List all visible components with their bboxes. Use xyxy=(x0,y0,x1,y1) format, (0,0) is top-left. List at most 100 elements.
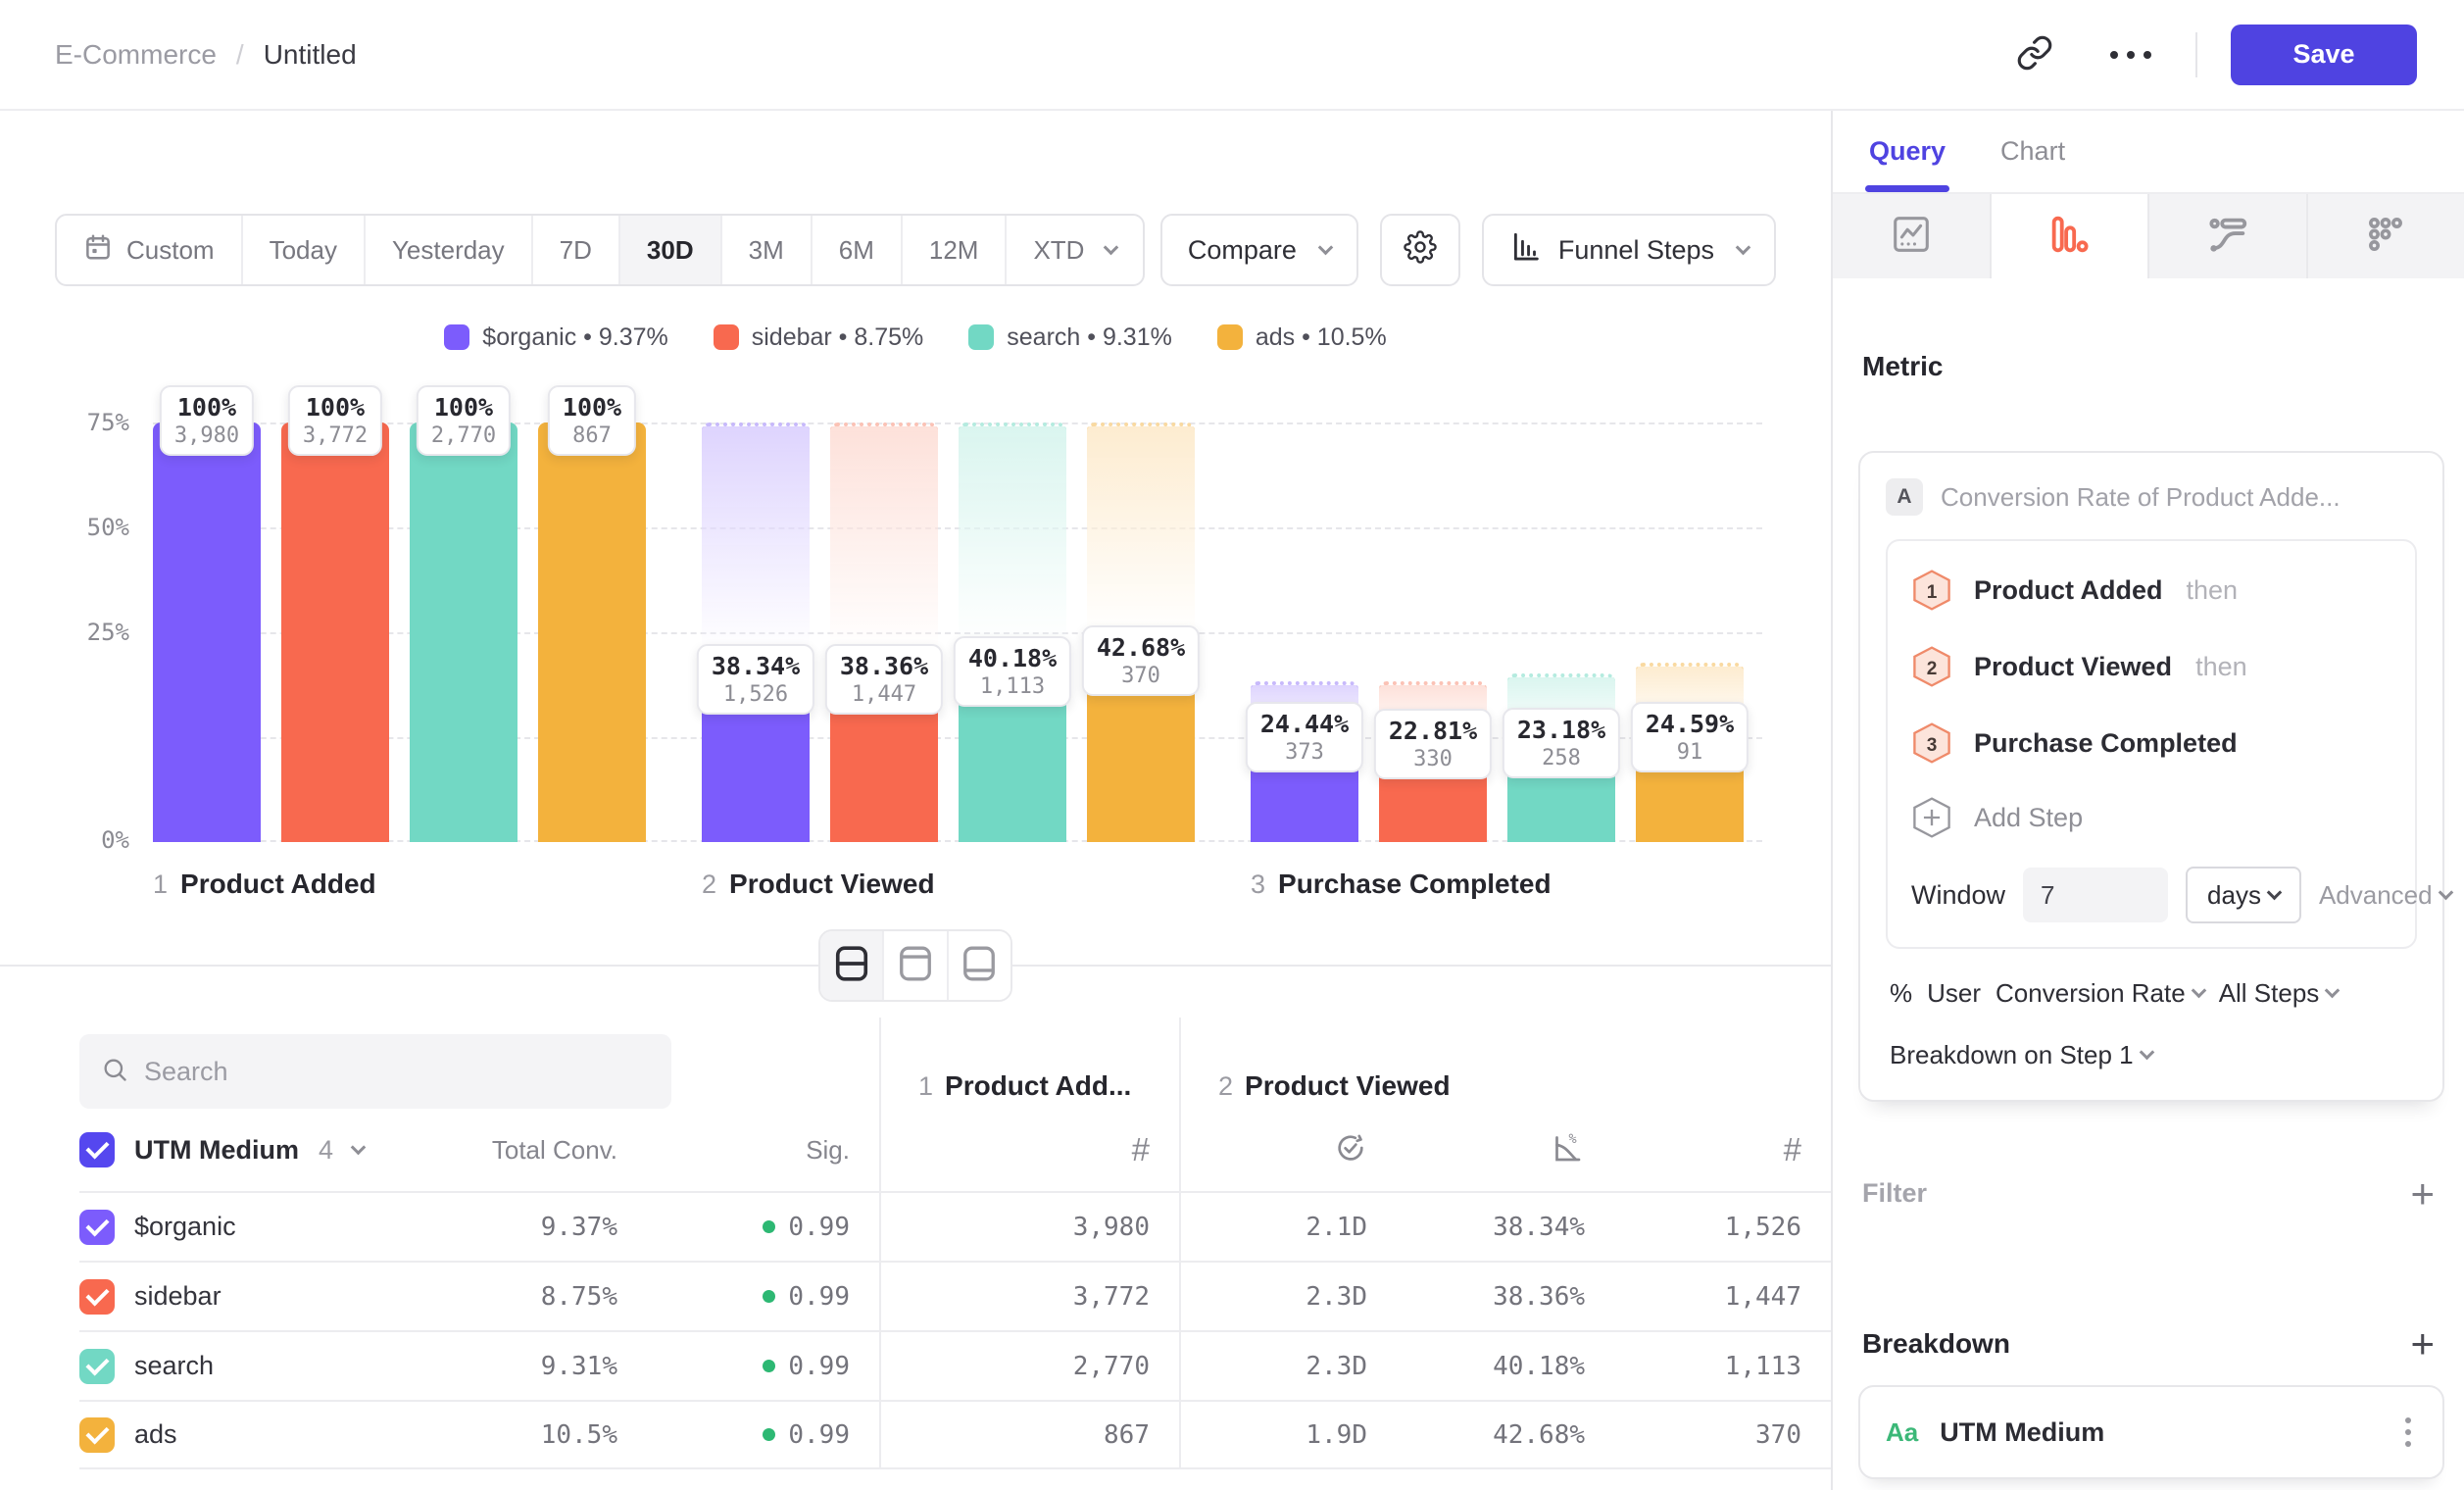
bar-solid xyxy=(281,422,389,842)
search-input[interactable] xyxy=(144,1057,650,1087)
funnel-bar[interactable]: 38.36% 1,447 xyxy=(830,422,938,842)
tab-chart[interactable]: Chart xyxy=(2000,111,2065,192)
share-link-button[interactable] xyxy=(2003,24,2066,86)
funnel-bar[interactable]: 100% 3,772 xyxy=(281,422,389,842)
breadcrumb-title[interactable]: Untitled xyxy=(264,39,357,71)
step2-count: 1,526 xyxy=(1614,1191,1831,1261)
chart-type-selector[interactable]: Funnel Steps xyxy=(1482,214,1776,286)
count-column-header[interactable]: # xyxy=(879,1109,1179,1191)
funnel-bar[interactable]: 100% 867 xyxy=(538,422,646,842)
date-range-yesterday[interactable]: Yesterday xyxy=(366,216,533,284)
layout-split-view-button[interactable] xyxy=(820,931,884,1000)
count-column-header[interactable]: # xyxy=(1614,1109,1831,1191)
kebab-menu-icon[interactable] xyxy=(2399,1412,2417,1453)
total-conv-value: 9.31% xyxy=(432,1330,647,1400)
breakdown-property-card[interactable]: Aa UTM Medium xyxy=(1858,1385,2444,1479)
funnel-bar[interactable]: 24.59% 91 xyxy=(1636,422,1744,842)
total-conv-header[interactable]: Total Conv. xyxy=(432,1109,647,1191)
sig-header[interactable]: Sig. xyxy=(647,1109,879,1191)
steps-scope-select[interactable]: All Steps xyxy=(2219,978,2339,1009)
date-range-today[interactable]: Today xyxy=(243,216,366,284)
metric-title-row[interactable]: A Conversion Rate of Product Adde... xyxy=(1886,478,2417,516)
series-name[interactable]: search xyxy=(134,1351,214,1381)
chevron-down-icon[interactable] xyxy=(351,1139,367,1155)
series-checkbox[interactable] xyxy=(79,1349,115,1384)
layout-chart-only-button[interactable] xyxy=(884,931,948,1000)
chart-settings-button[interactable] xyxy=(1380,214,1460,286)
date-range-12m[interactable]: 12M xyxy=(903,216,1008,284)
layout-table-only-button[interactable] xyxy=(949,931,1010,1000)
retention-report-tab[interactable] xyxy=(2308,194,2464,278)
date-range-3m[interactable]: 3M xyxy=(722,216,813,284)
bar-value-label: 100% 3,980 xyxy=(160,385,254,456)
flows-report-tab[interactable] xyxy=(2149,194,2308,278)
sig-dot-icon xyxy=(763,1428,775,1441)
legend-item[interactable]: ads • 10.5% xyxy=(1217,323,1387,352)
legend-item[interactable]: $organic • 9.37% xyxy=(444,323,667,352)
window-unit-select[interactable]: days xyxy=(2186,867,2301,923)
funnel-bar[interactable]: 24.44% 373 xyxy=(1251,422,1358,842)
save-button[interactable]: Save xyxy=(2231,25,2417,85)
measurement-select[interactable]: Conversion Rate xyxy=(1996,978,2204,1009)
total-conv-value: 8.75% xyxy=(432,1261,647,1330)
conv-rate-column-header[interactable]: % xyxy=(1397,1109,1614,1191)
insights-report-tab[interactable] xyxy=(1833,194,1992,278)
series-name[interactable]: sidebar xyxy=(134,1281,222,1312)
date-range-custom[interactable]: Custom xyxy=(57,216,243,284)
funnel-step-group-2: 38.34% 1,526 38.36% 1,447 xyxy=(702,422,1195,842)
step-row-3[interactable]: 3 Purchase Completed xyxy=(1888,702,2415,778)
add-breakdown-button[interactable]: + xyxy=(2410,1329,2435,1359)
step-label-2: 2 Product Viewed xyxy=(702,869,1195,910)
series-name[interactable]: $organic xyxy=(134,1212,236,1242)
series-checkbox[interactable] xyxy=(79,1417,115,1453)
search-icon xyxy=(101,1056,128,1088)
funnel-bar[interactable]: 100% 2,770 xyxy=(410,422,517,842)
step2-count: 1,447 xyxy=(1614,1261,1831,1330)
more-options-button[interactable] xyxy=(2099,24,2162,86)
step-row-2[interactable]: 2 Product Viewed then xyxy=(1888,625,2415,702)
step-row-1[interactable]: 1 Product Added then xyxy=(1888,549,2415,625)
tab-query[interactable]: Query xyxy=(1869,111,1946,192)
funnel-bar[interactable]: 22.81% 330 xyxy=(1379,422,1487,842)
breakdown-column-label[interactable]: UTM Medium xyxy=(134,1135,299,1166)
legend-item[interactable]: search • 9.31% xyxy=(968,323,1172,352)
legend-item[interactable]: sidebar • 8.75% xyxy=(714,323,924,352)
compare-button[interactable]: Compare xyxy=(1160,214,1358,286)
select-all-checkbox[interactable] xyxy=(79,1132,115,1167)
series-checkbox[interactable] xyxy=(79,1210,115,1245)
breadcrumb-project[interactable]: E-Commerce xyxy=(55,39,217,71)
svg-text:%: % xyxy=(1569,1130,1577,1146)
y-tick: 25% xyxy=(39,619,129,646)
series-name[interactable]: ads xyxy=(134,1419,177,1450)
bar-value-label: 23.18% 258 xyxy=(1503,708,1620,778)
date-range-30d[interactable]: 30D xyxy=(620,216,722,284)
avg-time-column-header[interactable] xyxy=(1179,1109,1397,1191)
funnel-bar[interactable]: 38.34% 1,526 xyxy=(702,422,810,842)
funnels-report-tab[interactable] xyxy=(1992,194,2150,278)
funnel-bar[interactable]: 23.18% 258 xyxy=(1507,422,1615,842)
date-range-7d[interactable]: 7D xyxy=(533,216,620,284)
sig-dot-icon xyxy=(763,1220,775,1233)
date-range-xtd[interactable]: XTD xyxy=(1007,216,1143,284)
table-search[interactable] xyxy=(79,1034,671,1109)
add-step-button[interactable]: Add Step xyxy=(1888,778,2415,857)
number-icon: # xyxy=(1132,1131,1150,1168)
date-range-label: Custom xyxy=(126,235,215,266)
date-range-6m[interactable]: 6M xyxy=(813,216,903,284)
funnel-bar[interactable]: 40.18% 1,113 xyxy=(959,422,1066,842)
funnel-bar[interactable]: 100% 3,980 xyxy=(153,422,261,842)
step-badge-icon: 2 xyxy=(1911,645,1952,688)
chevron-down-icon xyxy=(1318,239,1334,255)
step-label-1: 1 Product Added xyxy=(153,869,646,910)
breakdown-on-step-select[interactable]: Breakdown on Step 1 xyxy=(1886,1040,2417,1070)
series-checkbox[interactable] xyxy=(79,1279,115,1315)
chevron-down-icon xyxy=(1736,239,1751,255)
advanced-toggle[interactable]: Advanced xyxy=(2319,880,2451,911)
window-value-input[interactable] xyxy=(2023,868,2168,922)
add-filter-button[interactable]: + xyxy=(2410,1179,2435,1209)
funnel-bar[interactable]: 42.68% 370 xyxy=(1087,422,1195,842)
add-step-hexagon-icon xyxy=(1911,796,1952,839)
table-row-name: sidebar xyxy=(79,1261,432,1330)
counting-method-select[interactable]: User xyxy=(1927,978,1981,1009)
total-conv-value: 9.37% xyxy=(432,1191,647,1261)
